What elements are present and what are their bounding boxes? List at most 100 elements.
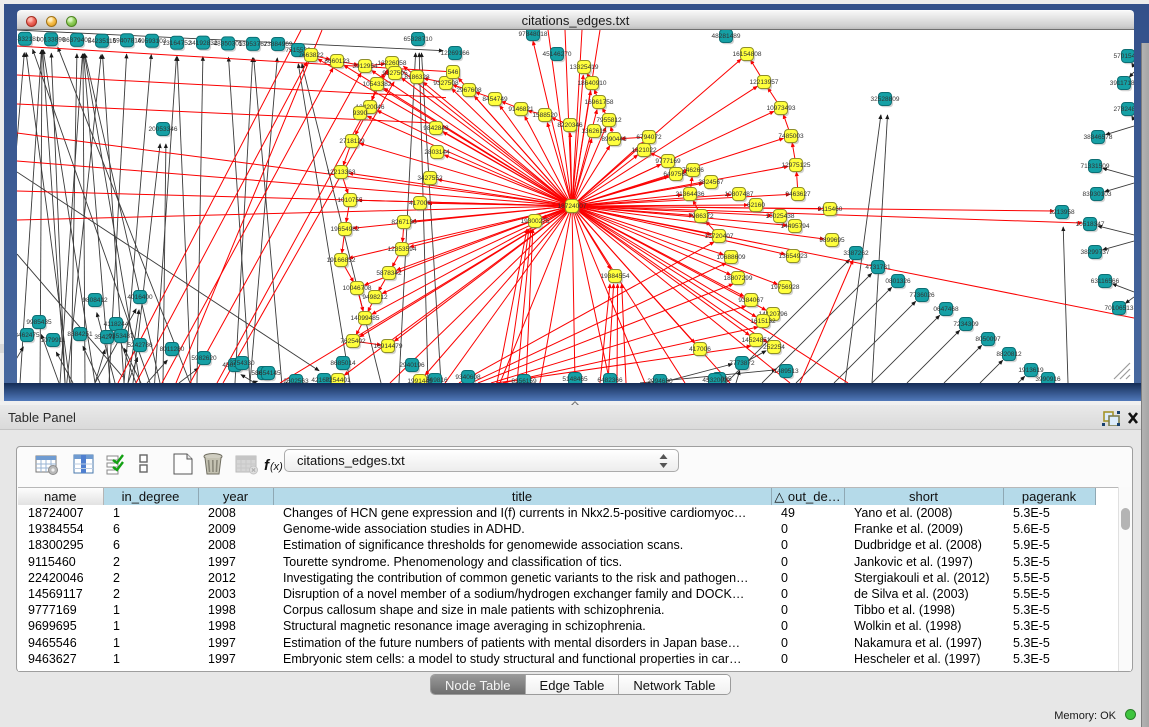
svg-text:7736026: 7736026 bbox=[909, 292, 935, 299]
svg-text:3654145: 3654145 bbox=[255, 370, 281, 377]
svg-text:12975125: 12975125 bbox=[782, 162, 811, 169]
svg-text:9390: 9390 bbox=[353, 110, 368, 117]
svg-text:14495794: 14495794 bbox=[781, 223, 810, 230]
svg-text:(x): (x) bbox=[270, 461, 283, 473]
svg-text:8220346: 8220346 bbox=[557, 122, 583, 129]
svg-text:7254401: 7254401 bbox=[325, 377, 351, 383]
svg-text:9808412: 9808412 bbox=[82, 297, 108, 304]
svg-text:10973493: 10973493 bbox=[767, 105, 796, 112]
svg-text:10025438: 10025438 bbox=[766, 213, 795, 220]
svg-text:10543382: 10543382 bbox=[363, 81, 392, 88]
svg-text:38346578: 38346578 bbox=[1084, 134, 1113, 141]
svg-text:97848018: 97848018 bbox=[519, 31, 548, 38]
svg-text:18807299: 18807299 bbox=[724, 275, 753, 282]
svg-text:0801326: 0801326 bbox=[885, 278, 911, 285]
svg-text:1362615: 1362615 bbox=[581, 128, 607, 135]
svg-text:1489513: 1489513 bbox=[773, 368, 799, 375]
svg-text:7663822: 7663822 bbox=[298, 52, 324, 59]
svg-text:16961758: 16961758 bbox=[585, 99, 614, 106]
svg-text:45146270: 45146270 bbox=[543, 51, 572, 58]
svg-text:14524851: 14524851 bbox=[742, 337, 771, 344]
svg-text:7485003: 7485003 bbox=[778, 133, 804, 140]
svg-text:10807487: 10807487 bbox=[725, 191, 754, 198]
svg-text:18640910: 18640910 bbox=[578, 80, 607, 87]
svg-text:3387262: 3387262 bbox=[843, 250, 869, 257]
svg-text:9463627: 9463627 bbox=[785, 191, 811, 198]
svg-text:7625402: 7625402 bbox=[340, 338, 366, 345]
svg-text:746266: 746266 bbox=[682, 167, 704, 174]
svg-text:13325419: 13325419 bbox=[570, 64, 599, 71]
svg-text:12353594: 12353594 bbox=[388, 246, 417, 253]
svg-text:9842848: 9842848 bbox=[423, 125, 449, 132]
svg-text:9384067: 9384067 bbox=[738, 297, 764, 304]
svg-text:2940196: 2940196 bbox=[399, 362, 425, 369]
svg-text:8660123: 8660123 bbox=[324, 58, 350, 65]
svg-text:9498212: 9498212 bbox=[362, 294, 388, 301]
svg-text:9146821: 9146821 bbox=[508, 106, 534, 113]
svg-text:70106513: 70106513 bbox=[1105, 305, 1134, 312]
svg-text:3462475: 3462475 bbox=[17, 332, 40, 339]
svg-text:19654982: 19654982 bbox=[331, 226, 360, 233]
svg-text:00133890: 00133890 bbox=[37, 37, 66, 44]
svg-text:32528809: 32528809 bbox=[871, 96, 900, 103]
svg-text:8011280: 8011280 bbox=[160, 346, 185, 353]
svg-text:15720407: 15720407 bbox=[705, 233, 734, 240]
svg-text:12269166: 12269166 bbox=[441, 50, 470, 57]
svg-text:13654923: 13654923 bbox=[779, 253, 808, 260]
svg-text:7986372: 7986372 bbox=[688, 213, 714, 220]
svg-text:1913619: 1913619 bbox=[1018, 367, 1044, 374]
svg-text:2718129: 2718129 bbox=[339, 138, 365, 145]
svg-text:7955812: 7955812 bbox=[596, 117, 622, 124]
svg-text:1615132: 1615132 bbox=[750, 318, 776, 325]
svg-text:8384251: 8384251 bbox=[67, 331, 93, 338]
svg-text:4332003: 4332003 bbox=[702, 377, 728, 383]
svg-text:8050097: 8050097 bbox=[975, 336, 1001, 343]
svg-text:57015430: 57015430 bbox=[1114, 53, 1134, 60]
svg-text:10046708: 10046708 bbox=[343, 285, 372, 292]
svg-text:2803144: 2803144 bbox=[424, 149, 450, 156]
svg-text:62160: 62160 bbox=[747, 202, 765, 209]
svg-text:48281489: 48281489 bbox=[712, 33, 741, 40]
svg-text:417006: 417006 bbox=[409, 200, 431, 207]
svg-text:19756928: 19756928 bbox=[771, 284, 800, 291]
svg-text:10688609: 10688609 bbox=[717, 254, 746, 261]
svg-text:12213957: 12213957 bbox=[750, 79, 779, 86]
svg-text:3824567: 3824567 bbox=[698, 179, 724, 186]
svg-text:71331509: 71331509 bbox=[1081, 163, 1110, 170]
svg-text:4016400: 4016400 bbox=[127, 294, 153, 301]
svg-text:27824896: 27824896 bbox=[1114, 106, 1134, 113]
svg-text:8685014: 8685014 bbox=[330, 360, 356, 367]
svg-text:252254: 252254 bbox=[763, 344, 785, 351]
svg-text:3754330: 3754330 bbox=[229, 360, 255, 367]
svg-text:3912954: 3912954 bbox=[352, 63, 378, 70]
svg-text:5982620: 5982620 bbox=[191, 355, 217, 362]
svg-text:39117182: 39117182 bbox=[1110, 80, 1134, 87]
svg-text:0647468: 0647468 bbox=[933, 306, 959, 313]
svg-text:63116566: 63116566 bbox=[1091, 278, 1120, 285]
svg-text:9340608: 9340608 bbox=[455, 374, 481, 381]
svg-text:1991445: 1991445 bbox=[407, 378, 433, 383]
svg-text:13164752: 13164752 bbox=[163, 40, 192, 47]
svg-text:6794072: 6794072 bbox=[636, 134, 662, 141]
svg-text:19300275: 19300275 bbox=[521, 218, 550, 225]
svg-text:20053346: 20053346 bbox=[149, 126, 178, 133]
svg-text:1010755: 1010755 bbox=[337, 197, 363, 204]
svg-text:5148465: 5148465 bbox=[562, 376, 588, 383]
svg-text:546: 546 bbox=[448, 69, 459, 76]
svg-text:9899695: 9899695 bbox=[819, 237, 845, 244]
svg-text:1621022: 1621022 bbox=[631, 147, 657, 154]
svg-text:38299737: 38299737 bbox=[1081, 249, 1110, 256]
svg-text:3213958: 3213958 bbox=[1049, 209, 1075, 216]
svg-text:8820812: 8820812 bbox=[996, 351, 1022, 358]
svg-text:18724007: 18724007 bbox=[558, 203, 587, 210]
svg-text:19166852: 19166852 bbox=[327, 257, 356, 264]
svg-text:9777169: 9777169 bbox=[655, 158, 681, 165]
svg-text:1079911: 1079911 bbox=[41, 337, 66, 344]
svg-text:16914479: 16914479 bbox=[374, 343, 403, 350]
svg-text:8186328: 8186328 bbox=[404, 74, 430, 81]
svg-text:21364436: 21364436 bbox=[676, 191, 705, 198]
svg-text:3990916: 3990916 bbox=[1035, 376, 1061, 383]
svg-text:3427552: 3427552 bbox=[417, 175, 443, 182]
svg-text:8454749: 8454749 bbox=[482, 96, 508, 103]
svg-text:8356159: 8356159 bbox=[511, 378, 537, 383]
